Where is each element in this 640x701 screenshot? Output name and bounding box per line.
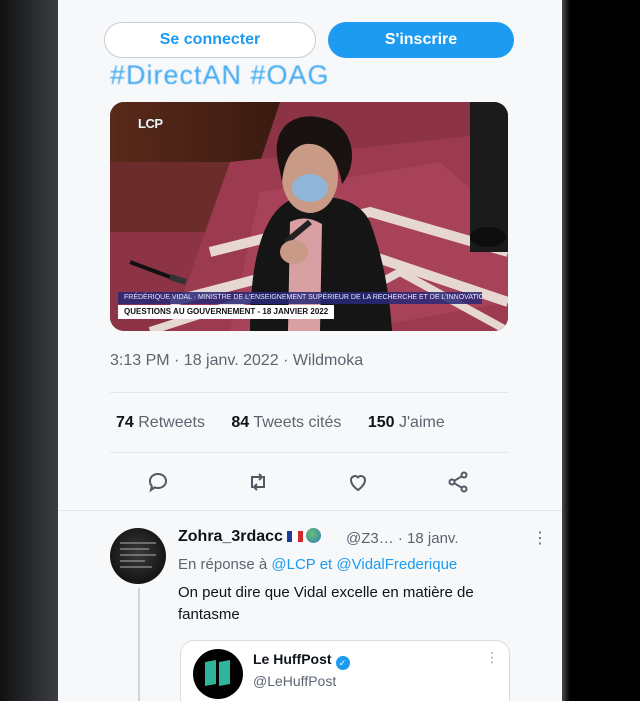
retweets-label: Retweets — [138, 414, 205, 431]
france-flag-icon — [286, 529, 303, 542]
quotes-count: 84 — [231, 414, 250, 431]
divider — [110, 392, 508, 393]
quoted-author-handle[interactable]: @LeHuffPost — [253, 673, 336, 689]
quoted-author-name[interactable]: Le HuffPost ✓ — [253, 651, 350, 670]
quotes-label: Tweets cités — [253, 414, 342, 431]
left-letterbox — [0, 0, 58, 701]
video-caption-title: QUESTIONS AU GOUVERNEMENT - 18 JANVIER 2… — [118, 305, 335, 319]
quoted-more-icon[interactable]: ⋮ — [485, 649, 499, 666]
reply-conjunction: et — [319, 556, 333, 573]
reply-text: On peut dire que Vidal excelle en matièr… — [178, 584, 474, 623]
tweet-screen: Se connecter S'inscrire #DirectAN #QAG L… — [58, 0, 562, 701]
like-icon[interactable] — [346, 470, 374, 498]
reply-prefix: En réponse à — [178, 556, 268, 573]
reply-icon[interactable] — [146, 470, 174, 498]
video-caption-speaker: FRÉDÉRIQUE VIDAL · MINISTRE DE L'ENSEIGN… — [118, 292, 482, 304]
tweet-actions — [110, 464, 508, 504]
retweets-stat[interactable]: 74 Retweets — [116, 414, 205, 431]
retweets-count: 74 — [116, 414, 134, 431]
quoted-tweet[interactable]: Le HuffPost ✓ @LeHuffPost ⋮ — [180, 640, 510, 701]
reply-author-handle[interactable]: @Z3… · 18 janv. — [346, 530, 459, 547]
tweet-stats: 74 Retweets 84 Tweets cités 150 J'aime — [116, 414, 467, 432]
thread-line — [138, 588, 140, 701]
reply-author-name[interactable]: Zohra_3rdacc — [178, 528, 321, 546]
mention-lcp[interactable]: @LCP — [271, 556, 315, 573]
likes-count: 150 — [367, 414, 395, 431]
tweet-hashtags[interactable]: #DirectAN #QAG — [110, 58, 330, 84]
globe-icon — [305, 528, 321, 543]
divider — [58, 510, 562, 511]
login-button[interactable]: Se connecter — [104, 22, 316, 58]
likes-stat[interactable]: 150 J'aime — [368, 414, 445, 431]
tweet-timestamp: 3:13 PM · 18 janv. 2022 · Wildmoka — [110, 352, 364, 369]
more-options-icon[interactable]: ⋮ — [532, 528, 548, 548]
divider — [110, 452, 508, 453]
right-letterbox — [562, 0, 640, 701]
lcp-channel-logo: LCP — [138, 116, 163, 131]
signup-button[interactable]: S'inscrire — [328, 22, 514, 58]
verified-badge-icon: ✓ — [335, 656, 350, 670]
mention-vidal[interactable]: @VidalFrederique — [336, 556, 457, 573]
avatar[interactable] — [110, 528, 166, 584]
reply-tweet[interactable]: Zohra_3rdacc @Z3… · 18 janv. ⋮ En répons… — [58, 520, 562, 701]
quotes-stat[interactable]: 84 Tweets cités — [231, 414, 341, 431]
retweet-icon[interactable] — [246, 470, 274, 498]
tweet-video-thumbnail[interactable]: LCP FRÉDÉRIQUE VIDAL · MINISTRE DE L'ENS… — [110, 102, 508, 331]
reply-context: En réponse à @LCP et @VidalFrederique — [178, 556, 457, 573]
likes-label: J'aime — [399, 414, 445, 431]
share-icon[interactable] — [446, 470, 474, 498]
huffpost-logo[interactable] — [193, 649, 243, 699]
